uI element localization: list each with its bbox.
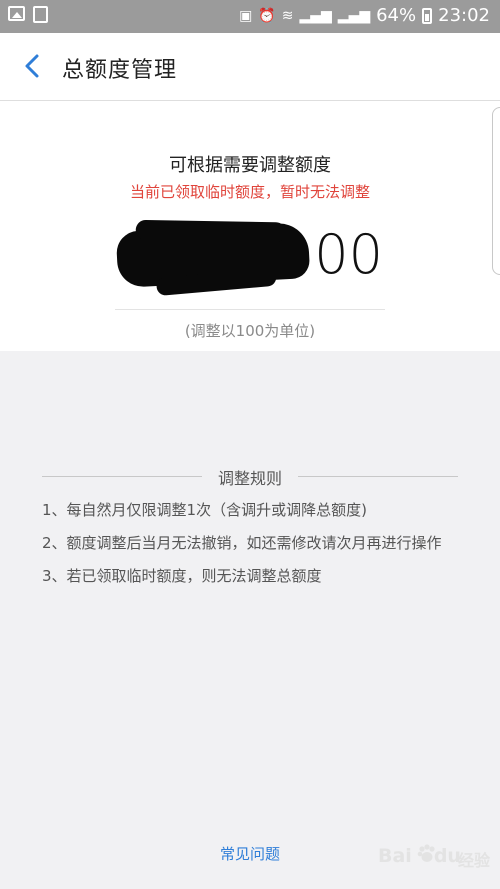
status-bar: ▣ ⏰ ≋ ▂▄▆ ▂▄▆ 64% 23:02: [0, 0, 500, 33]
status-bar-notifications: [8, 6, 48, 23]
back-button[interactable]: [18, 51, 48, 81]
battery-icon: [422, 8, 433, 24]
battery-percent: 64%: [376, 5, 417, 26]
paw-icon: [417, 844, 435, 862]
amount-underline: [115, 309, 385, 310]
lock-icon: ▣: [239, 8, 253, 24]
amount-field[interactable]: 00: [115, 221, 385, 291]
signal-icon-2: ▂▄▆: [337, 8, 371, 24]
amount-value: 00: [314, 223, 383, 286]
app-header: 总额度管理: [0, 33, 500, 101]
rule-item: 3、若已领取临时额度，则无法调整总额度: [42, 567, 322, 585]
divider-right: [298, 476, 458, 477]
warning-text: 当前已领取临时额度，暂时无法调整: [129, 183, 370, 201]
gallery-icon: [8, 6, 25, 21]
limit-card: 可根据需要调整额度 当前已领取临时额度，暂时无法调整 00 (调整以100为单位…: [0, 101, 500, 351]
rules-heading: 调整规则: [42, 465, 458, 489]
page-title: 总额度管理: [62, 58, 178, 83]
clock: 23:02: [438, 5, 490, 26]
rule-item: 1、每自然月仅限调整1次（含调升或调降总额度): [42, 501, 367, 519]
signal-icon: ▂▄▆: [299, 8, 332, 24]
baidu-watermark: Bai du 经验: [378, 837, 490, 875]
wifi-icon: ≋: [281, 8, 294, 24]
card-title: 可根据需要调整额度: [169, 155, 331, 176]
watermark-cn-text: 经验: [457, 851, 490, 870]
chevron-left-icon: [25, 54, 39, 78]
status-bar-system: ▣ ⏰ ≋ ▂▄▆ ▂▄▆ 64% 23:02: [239, 6, 490, 26]
rule-item: 2、额度调整后当月无法撤销，如还需修改请次月再进行操作: [42, 534, 442, 552]
rules-list: 1、每自然月仅限调整1次（含调升或调降总额度) 2、额度调整后当月无法撤销，如还…: [42, 499, 482, 598]
rules-title: 调整规则: [217, 469, 282, 488]
document-icon: [33, 6, 48, 23]
redaction-mark: [115, 222, 311, 288]
unit-note: (调整以100为单位): [184, 322, 316, 340]
alarm-icon: ⏰: [258, 8, 276, 24]
